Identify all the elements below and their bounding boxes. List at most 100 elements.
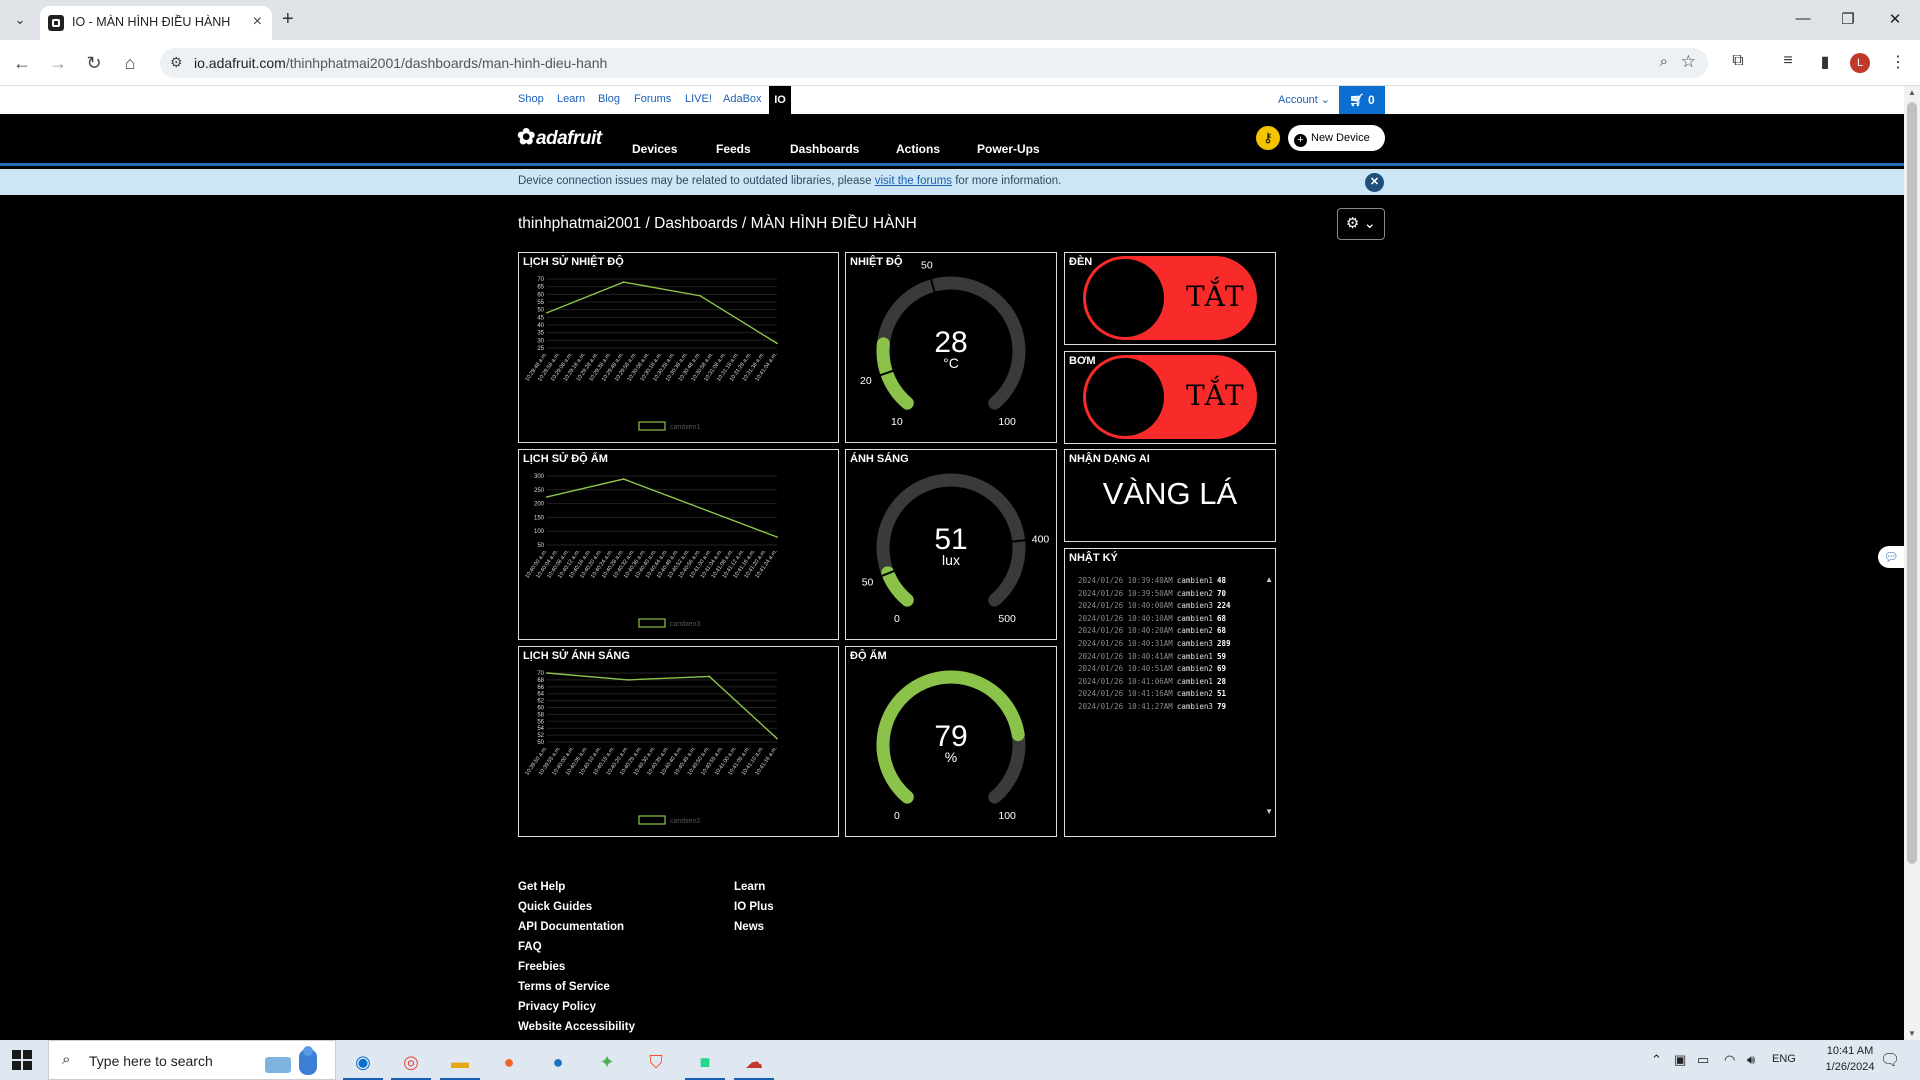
stream-log-block[interactable]: NHẬT KÝ 2024/01/26 10:39:40AM cambien1 48 2… xyxy=(1064,548,1276,837)
scroll-up-arrow-icon[interactable]: ▲ xyxy=(1908,88,1916,97)
side-panel-icon[interactable]: ▮ xyxy=(1814,52,1836,72)
topnav-io-link[interactable]: IO xyxy=(769,86,791,114)
wifi-icon[interactable]: ◠ xyxy=(1724,1052,1735,1068)
footer-link[interactable]: API Documentation xyxy=(518,921,624,933)
data-point xyxy=(546,311,548,314)
zoom-icon[interactable]: ⌕ xyxy=(1660,53,1668,70)
nav-dashboards[interactable]: Dashboards xyxy=(790,142,859,156)
humidity-gauge: 0 10079% xyxy=(876,670,1026,822)
tray-chevron-up-icon[interactable]: ⌃ xyxy=(1651,1052,1662,1068)
cart-button[interactable]: 🛒︎ 0 xyxy=(1339,86,1385,114)
footer-link[interactable]: Quick Guides xyxy=(518,901,592,913)
taskbar-app-icon[interactable]: ● xyxy=(538,1044,578,1080)
forward-arrow-icon[interactable]: → xyxy=(46,51,70,75)
battery-icon[interactable]: ▭ xyxy=(1697,1052,1709,1068)
humidity-history-block[interactable]: LỊCH SỬ ĐỘ ẨM 300 250 200 150 100 50 10:40:00 … xyxy=(518,449,839,640)
adafruit-logo[interactable]: ✿adafruit xyxy=(517,124,602,150)
reload-icon[interactable]: ↻ xyxy=(82,51,106,75)
pump-toggle-switch[interactable]: TẮT xyxy=(1083,355,1257,439)
footer-link[interactable]: Website Accessibility xyxy=(518,1021,635,1033)
nav-power-ups[interactable]: Power-Ups xyxy=(977,142,1040,156)
taskbar-brave-icon[interactable]: ⛉ xyxy=(636,1044,676,1080)
tab-search-chevron-icon[interactable]: ⌄ xyxy=(8,8,32,32)
topnav-shop-link[interactable]: Shop xyxy=(518,93,544,105)
taskbar-edge-icon[interactable]: ◉ xyxy=(343,1044,383,1080)
clock-time[interactable]: 10:41 AM xyxy=(1820,1045,1880,1057)
footer-link[interactable]: Privacy Policy xyxy=(518,1001,596,1013)
light-history-block[interactable]: LỊCH SỬ ÁNH SÁNG 70 68 66 64 62 60 58 56 54 52 50 1… xyxy=(518,646,839,837)
footer-link[interactable]: Learn xyxy=(734,881,765,893)
footer-link[interactable]: Terms of Service xyxy=(518,981,610,993)
nav-devices[interactable]: Devices xyxy=(632,142,677,156)
log-timestamp: 2024/01/26 10:40:31AM xyxy=(1078,638,1173,648)
log-entry: 2024/01/26 10:40:31AM cambien3 289 xyxy=(1078,638,1258,651)
scroll-up-icon[interactable]: ▲ xyxy=(1265,575,1273,584)
new-tab-plus-icon[interactable]: + xyxy=(282,8,294,30)
clock-date[interactable]: 1/26/2024 xyxy=(1820,1061,1880,1073)
light-toggle-switch[interactable]: TẮT xyxy=(1083,256,1257,340)
scroll-down-arrow-icon[interactable]: ▼ xyxy=(1908,1029,1916,1038)
humidity-history-chart: 3002502001501005010:40:00 a.m.10:40:04 a… xyxy=(524,474,778,628)
taskbar-chrome-icon[interactable]: ◎ xyxy=(391,1044,431,1080)
extensions-puzzle-icon[interactable]: ⧉ xyxy=(1727,52,1749,70)
scroll-thumb[interactable] xyxy=(1907,102,1917,864)
topnav-live-link[interactable]: LIVE! xyxy=(685,93,712,105)
y-tick-label: 58 xyxy=(537,712,544,718)
account-dropdown[interactable]: Account ⌄ xyxy=(1278,93,1330,106)
nav-actions[interactable]: Actions xyxy=(896,142,940,156)
scroll-down-icon[interactable]: ▼ xyxy=(1265,807,1273,816)
nav-feeds[interactable]: Feeds xyxy=(716,142,751,156)
light-gauge-block[interactable]: ÁNH SÁNG 50 400 0 500 51 lux xyxy=(845,449,1057,640)
ai-recognition-block[interactable]: NHẬN DẠNG AI VÀNG LÁ xyxy=(1064,449,1276,542)
browser-menu-icon[interactable]: ⋮ xyxy=(1887,52,1909,72)
api-key-icon[interactable]: ⚷ xyxy=(1256,126,1280,150)
footer-link[interactable]: FAQ xyxy=(518,941,542,953)
tab-close-icon[interactable]: × xyxy=(253,13,262,31)
taskbar-app-red-icon[interactable]: ☁ xyxy=(734,1044,774,1080)
page-scrollbar[interactable]: ▲ ▼ xyxy=(1904,86,1920,1040)
dashboard-settings-button[interactable]: ⚙ ⌄ xyxy=(1337,208,1385,240)
visit-forums-link[interactable]: visit the forums xyxy=(875,175,952,187)
language-indicator[interactable]: ENG xyxy=(1772,1053,1796,1065)
taskbar-pycharm-icon[interactable]: ■ xyxy=(685,1044,725,1080)
topnav-adabox-link[interactable]: AdaBox xyxy=(723,93,762,105)
temperature-gauge-block[interactable]: NHIỆT ĐỘ 20 50 10 100 28 °C xyxy=(845,252,1057,443)
bookmark-star-icon[interactable]: ☆ xyxy=(1681,52,1696,72)
taskbar-search-box[interactable]: ⌕ Type here to search xyxy=(48,1040,336,1080)
taskbar-firefox-icon[interactable]: ● xyxy=(489,1044,529,1080)
chat-widget-icon[interactable]: 💬︎ xyxy=(1878,546,1904,568)
new-device-button[interactable]: + New Device xyxy=(1288,125,1385,151)
topnav-blog-link[interactable]: Blog xyxy=(598,93,620,105)
browser-tab-active[interactable]: IO - MÀN HÌNH ĐIỀU HÀNH × xyxy=(40,6,272,40)
footer-link[interactable]: Get Help xyxy=(518,881,565,893)
humidity-gauge-block[interactable]: ĐỘ ẨM 0 100 79% xyxy=(845,646,1057,837)
taskbar-app-green-icon[interactable]: ✦ xyxy=(587,1044,627,1080)
temperature-history-block[interactable]: LỊCH SỬ NHIỆT ĐỘ 70 65 60 55 50 45 40 35 30 25 10:… xyxy=(518,252,839,443)
data-point xyxy=(546,672,548,674)
footer-link[interactable]: IO Plus xyxy=(734,901,774,913)
window-restore-icon[interactable]: ❐ xyxy=(1838,10,1858,28)
log-timestamp: 2024/01/26 10:40:20AM xyxy=(1078,626,1173,636)
back-arrow-icon[interactable]: ← xyxy=(10,51,34,75)
home-icon[interactable]: ⌂ xyxy=(118,51,142,75)
profile-avatar[interactable]: L xyxy=(1850,53,1870,73)
threshold-label: 50 xyxy=(862,577,874,589)
footer-link[interactable]: Freebies xyxy=(518,961,565,973)
topnav-learn-link[interactable]: Learn xyxy=(557,93,585,105)
tray-app-icon[interactable]: ▣ xyxy=(1674,1052,1686,1068)
footer-link[interactable]: News xyxy=(734,921,764,933)
windows-start-icon[interactable] xyxy=(12,1050,32,1070)
log-value: 51 xyxy=(1216,689,1226,699)
address-bar[interactable]: ⚙ io.adafruit.com/thinhphatmai2001/dashb… xyxy=(160,48,1708,78)
site-info-icon[interactable]: ⚙ xyxy=(170,54,183,71)
url-text[interactable]: io.adafruit.com/thinhphatmai2001/dashboa… xyxy=(194,55,607,71)
toggle-state-label: TẮT xyxy=(1186,280,1244,313)
notice-close-icon[interactable]: ✕ xyxy=(1365,173,1384,192)
taskbar-file-explorer-icon[interactable]: ▬ xyxy=(440,1044,480,1080)
window-minimize-icon[interactable]: — xyxy=(1793,10,1813,27)
media-controls-icon[interactable]: ≡ xyxy=(1777,52,1799,70)
window-close-icon[interactable]: ✕ xyxy=(1885,10,1905,28)
volume-icon[interactable]: 🔊︎ xyxy=(1747,1052,1755,1068)
notification-icon[interactable]: 🗨︎ xyxy=(1880,1050,1900,1070)
topnav-forums-link[interactable]: Forums xyxy=(634,93,671,105)
